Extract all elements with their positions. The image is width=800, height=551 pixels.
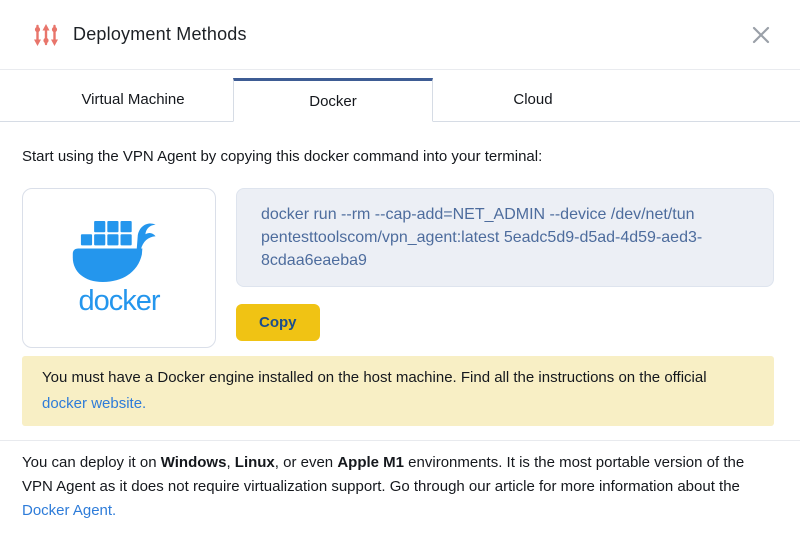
data-flow-arrows-icon [32, 21, 60, 49]
docker-command-box[interactable]: docker run --rm --cap-add=NET_ADMIN --de… [236, 188, 774, 287]
footer-bold-apple-m1: Apple M1 [337, 454, 404, 471]
footer-text-part: , or even [275, 454, 338, 471]
command-column: docker run --rm --cap-add=NET_ADMIN --de… [236, 188, 774, 341]
section-divider [0, 440, 800, 441]
footer-text-part: , [226, 454, 234, 471]
docker-whale-icon [68, 219, 170, 284]
tab-cloud[interactable]: Cloud [433, 78, 633, 121]
tab-label: Cloud [513, 91, 552, 108]
tab-virtual-machine[interactable]: Virtual Machine [33, 78, 233, 121]
note-text: You must have a Docker engine installed … [42, 369, 707, 386]
copy-button[interactable]: Copy [236, 304, 320, 341]
tab-label: Docker [309, 93, 357, 110]
footer-text-part: You can deploy it on [22, 454, 161, 471]
docker-logo-card: docker [22, 188, 216, 348]
docker-wordmark: docker [78, 285, 159, 318]
command-row: docker docker run --rm --cap-add=NET_ADM… [22, 188, 774, 348]
footer-bold-windows: Windows [161, 454, 227, 471]
docker-agent-link[interactable]: Docker Agent. [22, 502, 116, 519]
docker-engine-note: You must have a Docker engine installed … [22, 356, 774, 426]
tab-panel-docker: Start using the VPN Agent by copying thi… [0, 122, 800, 551]
deployment-methods-modal: Deployment Methods Virtual Machine Docke… [0, 0, 800, 551]
footer-paragraph: You can deploy it on Windows, Linux, or … [22, 451, 774, 523]
footer-bold-linux: Linux [235, 454, 275, 471]
close-button[interactable] [748, 22, 774, 48]
modal-header: Deployment Methods [0, 0, 800, 70]
page-title: Deployment Methods [73, 24, 247, 45]
intro-text: Start using the VPN Agent by copying thi… [22, 148, 774, 165]
tab-docker[interactable]: Docker [233, 78, 433, 122]
tab-label: Virtual Machine [81, 91, 184, 108]
deployment-tabs: Virtual Machine Docker Cloud [0, 78, 800, 122]
close-icon [751, 25, 771, 45]
docker-website-link[interactable]: docker website. [42, 395, 146, 412]
